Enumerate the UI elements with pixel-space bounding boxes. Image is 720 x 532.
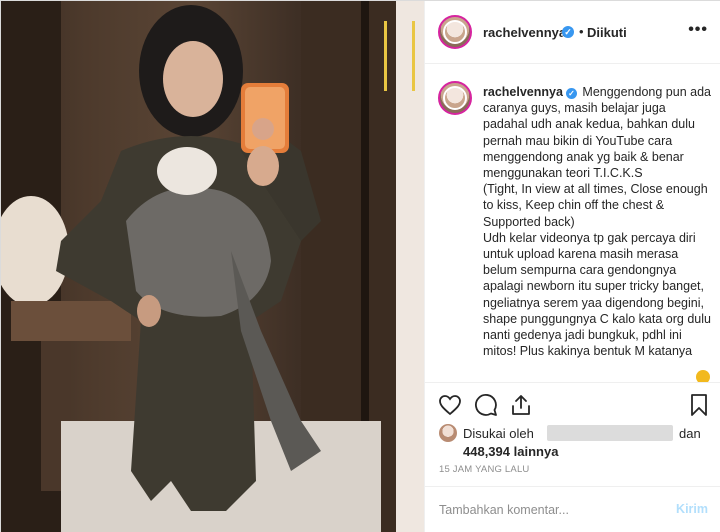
emoji-icon [696,370,710,382]
post-timestamp[interactable]: 15 JAM YANG LALU [439,464,530,475]
like-count[interactable]: 448,394 lainnya [463,444,558,459]
like-count-suffix: lainnya [513,444,559,459]
post-comment-button[interactable]: Kirim [676,502,708,516]
like-heart-icon[interactable] [438,393,462,417]
post-side-panel: rachelvennya ✓ • Diikuti ••• rachelvenny… [424,1,720,532]
liker-avatar[interactable] [439,424,457,442]
post-actions [425,384,720,424]
more-options-icon[interactable]: ••• [688,21,708,39]
caption-username[interactable]: rachelvennya [483,85,563,99]
caption-section: rachelvennya ✓ Menggendong pun ada carany… [425,64,720,383]
follow-status-button[interactable]: Diikuti [587,25,627,40]
verified-badge-icon: ✓ [562,26,574,38]
share-icon[interactable] [509,393,533,417]
comment-icon[interactable] [474,393,498,417]
author-avatar[interactable] [438,15,472,49]
mirror-selfie-image [1,1,424,532]
caption-text: Menggendong pun ada caranya guys, masih … [483,85,711,359]
caption-verified-badge-icon: ✓ [565,88,577,99]
post-caption: rachelvennya ✓ Menggendong pun ada carany… [483,84,713,359]
comment-box: Kirim [425,486,720,532]
header-separator: • [579,24,584,39]
comment-input[interactable] [439,499,659,521]
likes-section: Disukai oleh dan 448,394 lainnya [439,424,719,464]
save-bookmark-icon[interactable] [687,393,711,417]
liked-by-label: Disukai oleh [463,426,534,441]
caption-author-avatar[interactable] [438,81,472,115]
liked-by-and: dan [679,426,701,441]
instagram-post-embed: rachelvennya ✓ • Diikuti ••• rachelvenny… [0,0,720,532]
like-count-number: 448,394 [463,444,510,459]
post-photo[interactable] [1,1,424,532]
author-username[interactable]: rachelvennya [483,25,566,40]
liker-name-redacted [547,425,673,441]
post-header: rachelvennya ✓ • Diikuti ••• [425,1,720,64]
